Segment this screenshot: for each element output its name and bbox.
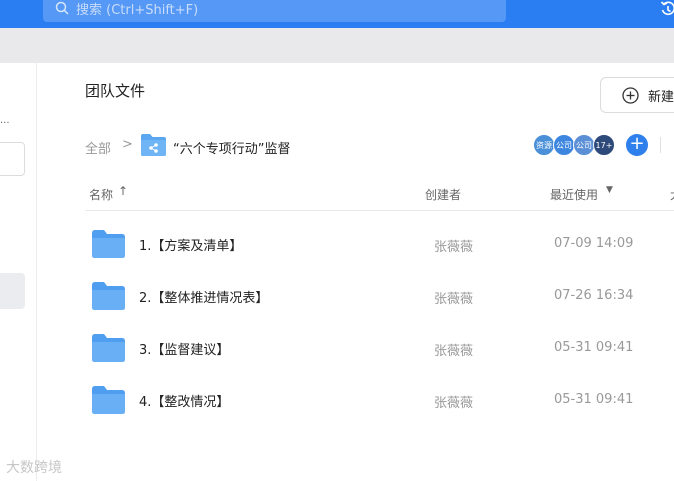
table-header: 名称 ↑ 创建者 最近使用 ▼ 大: [85, 175, 674, 211]
table-row[interactable]: 2.【整体推进情况表】 张薇薇 07-26 16:34: [85, 271, 674, 323]
file-name[interactable]: 3.【监督建议】: [139, 339, 229, 358]
caret-down-icon[interactable]: ▼: [606, 185, 613, 195]
new-button[interactable]: 新建: [600, 77, 674, 113]
breadcrumb-current: “六个专项行动”监督: [173, 142, 291, 157]
main-content: 团队文件 新建 全部 > “六个专项行动”监督 资源 公司 公司 17+ + 名…: [37, 63, 674, 481]
sidebar-input[interactable]: [0, 142, 25, 176]
top-bar: 搜索 (Ctrl+Shift+F): [0, 0, 674, 28]
table-row[interactable]: 3.【监督建议】 张薇薇 05-31 09:41: [85, 323, 674, 375]
file-creator: 张薇薇: [434, 240, 474, 255]
file-name[interactable]: 4.【整改情况】: [139, 391, 229, 410]
file-creator: 张薇薇: [434, 396, 474, 411]
member-avatar[interactable]: 公司: [553, 134, 575, 156]
search-input[interactable]: 搜索 (Ctrl+Shift+F): [43, 0, 506, 22]
folder-icon: [92, 334, 125, 362]
shared-folder-icon: [141, 134, 166, 156]
sidebar: ...: [0, 63, 37, 481]
history-icon[interactable]: [660, 0, 674, 18]
sidebar-item-selected[interactable]: [0, 273, 25, 309]
column-header-extra[interactable]: 大: [670, 186, 674, 203]
file-recent-time: 07-26 16:34: [554, 288, 634, 303]
divider: [660, 137, 661, 153]
file-creator: 张薇薇: [434, 344, 474, 359]
file-creator: 张薇薇: [434, 292, 474, 307]
column-header-recent[interactable]: 最近使用: [550, 186, 598, 203]
member-avatar[interactable]: 资源: [533, 134, 555, 156]
folder-icon: [92, 386, 125, 414]
sidebar-collapsed-label[interactable]: ...: [0, 115, 10, 126]
file-recent-time: 05-31 09:41: [554, 340, 634, 355]
file-name[interactable]: 2.【整体推进情况表】: [139, 287, 268, 306]
file-name[interactable]: 1.【方案及清单】: [139, 235, 242, 254]
search-icon: [55, 1, 69, 15]
folder-icon: [92, 230, 125, 258]
column-header-creator[interactable]: 创建者: [425, 186, 461, 203]
sort-ascending-icon[interactable]: ↑: [118, 184, 128, 198]
plus-circle-icon: [622, 86, 639, 104]
member-avatar[interactable]: 公司: [573, 134, 595, 156]
new-button-label: 新建: [648, 89, 674, 105]
search-placeholder: 搜索 (Ctrl+Shift+F): [76, 2, 199, 18]
page-title: 团队文件: [85, 82, 146, 100]
breadcrumb-separator: >: [122, 137, 133, 152]
column-header-name[interactable]: 名称: [89, 186, 113, 203]
table-row[interactable]: 4.【整改情况】 张薇薇 05-31 09:41: [85, 375, 674, 427]
add-member-button[interactable]: +: [626, 134, 648, 156]
breadcrumb-root[interactable]: 全部: [85, 138, 111, 157]
toolbar-band: [0, 28, 674, 63]
member-count-badge[interactable]: 17+: [593, 134, 615, 156]
table-row[interactable]: 1.【方案及清单】 张薇薇 07-09 14:09: [85, 219, 674, 271]
file-recent-time: 05-31 09:41: [554, 392, 634, 407]
folder-icon: [92, 282, 125, 310]
file-recent-time: 07-09 14:09: [554, 236, 634, 251]
